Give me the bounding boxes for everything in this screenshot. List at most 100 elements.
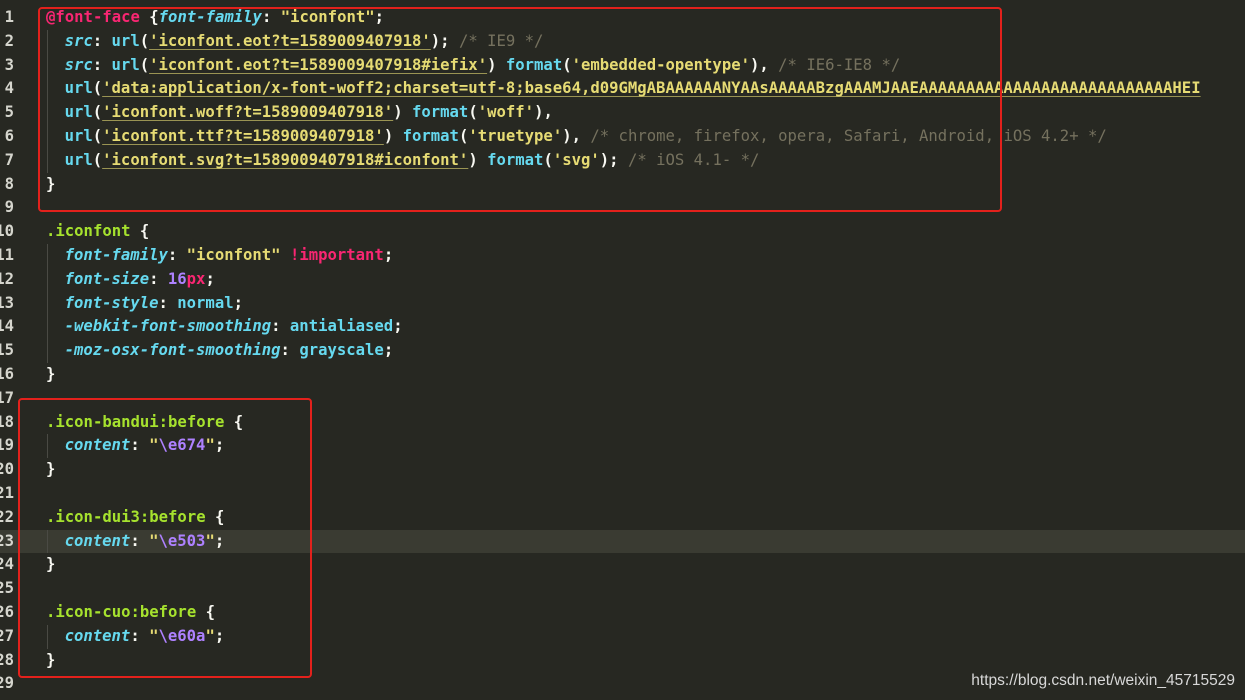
code-token: ( — [543, 150, 553, 169]
line-code: @font-face {font-family: "iconfont"; — [46, 6, 384, 30]
line-code: } — [46, 458, 55, 482]
code-line[interactable]: 19 content: "\e674"; — [0, 434, 1245, 459]
indent-guide — [47, 77, 48, 102]
code-line[interactable]: 11 font-family: "iconfont" !important; — [0, 244, 1245, 268]
code-token: { — [205, 507, 225, 526]
indent-guide — [47, 267, 48, 292]
line-code: content: "\e674"; — [65, 434, 225, 458]
code-token: "iconfont" — [186, 246, 281, 264]
code-token: format — [411, 103, 469, 122]
code-token: 'iconfont.ttf?t=1589009407918' — [102, 127, 384, 145]
code-token: font-family — [64, 246, 168, 264]
code-token: .icon-bandui:before — [46, 412, 225, 431]
code-editor[interactable]: 1 @font-face {font-family: "iconfont"; 2 sr… — [0, 0, 1245, 700]
code-token: src — [64, 31, 93, 50]
code-line[interactable]: 1 @font-face {font-family: "iconfont"; — [0, 6, 1245, 30]
code-token: 'woff' — [477, 103, 535, 122]
code-line[interactable]: 9 — [0, 196, 1245, 220]
code-line[interactable]: 2 src: url('iconfont.eot?t=1589009407918'… — [0, 29, 1245, 54]
code-token: font-family — [158, 8, 262, 26]
line-number: 4 — [4, 79, 14, 98]
code-token: antialiased — [289, 317, 394, 336]
code-token: : — [261, 8, 281, 26]
code-line[interactable]: 15 -moz-osx-font-smoothing: grayscale; — [0, 339, 1245, 363]
code-token: ; — [383, 341, 394, 360]
code-token: ( — [92, 150, 103, 169]
code-token: "iconfont" — [280, 8, 375, 26]
code-token: /* chrome, firefox, opera, Safari, Andro… — [590, 127, 1107, 145]
code-line[interactable]: 25 — [0, 577, 1245, 601]
code-line[interactable]: 6 url('iconfont.ttf?t=1589009407918') for… — [0, 125, 1245, 149]
code-token: " — [205, 531, 215, 550]
line-code: src: url('iconfont.eot?t=1589009407918')… — [65, 30, 544, 54]
code-line[interactable]: 27 content: "\e60a"; — [0, 624, 1245, 649]
code-token: /* IE6-IE8 */ — [778, 55, 901, 74]
indent-guide — [47, 125, 48, 149]
code-token: ( — [468, 103, 478, 122]
code-token: 'embedded-opentype' — [571, 55, 750, 74]
code-token: url — [64, 127, 93, 145]
code-line[interactable]: 7 url('iconfont.svg?t=1589009407918#iconf… — [0, 148, 1245, 173]
line-number: 1 — [4, 8, 14, 26]
code-line[interactable]: 14 -webkit-font-smoothing: antialiased; — [0, 315, 1245, 340]
code-token: format — [487, 150, 544, 169]
code-line[interactable]: 18 .icon-bandui:before { — [0, 411, 1245, 435]
indent-guide — [47, 291, 48, 316]
code-token: ; — [214, 531, 225, 550]
code-line[interactable]: 8} — [0, 173, 1245, 197]
code-line[interactable]: 16} — [0, 363, 1245, 387]
code-token: content — [64, 531, 131, 550]
code-token: src — [64, 55, 93, 74]
code-line[interactable]: 17 — [0, 387, 1245, 411]
code-token: 'iconfont.eot?t=1589009407918' — [149, 31, 431, 50]
indent-guide — [47, 529, 48, 554]
code-token: ; — [393, 317, 403, 336]
line-code: url('iconfont.svg?t=1589009407918#iconfo… — [65, 149, 760, 173]
code-token: } — [46, 460, 56, 479]
code-token: ) — [393, 103, 412, 122]
line-number: 10 — [0, 222, 14, 241]
indent-guide — [47, 315, 48, 340]
indent-guide — [47, 434, 48, 459]
code-token: ( — [92, 103, 103, 122]
line-number: 20 — [0, 460, 14, 479]
line-number: 26 — [0, 603, 14, 621]
code-line[interactable]: 24} — [0, 553, 1245, 577]
line-number: 12 — [0, 269, 14, 288]
line-code: .icon-dui3:before { — [46, 506, 224, 530]
code-token: font-size — [64, 269, 150, 288]
code-token: : — [167, 246, 187, 264]
code-line[interactable]: 26 .icon-cuo:before { — [0, 601, 1245, 625]
code-token: ( — [562, 55, 572, 74]
line-code: url('data:application/x-font-woff2;chars… — [65, 77, 1201, 101]
code-token: : — [92, 31, 112, 50]
code-line[interactable]: 3 src: url('iconfont.eot?t=1589009407918#… — [0, 53, 1245, 78]
code-token: ), — [534, 103, 553, 122]
code-token: : — [280, 341, 300, 360]
indent-guide — [47, 339, 48, 363]
code-token: : — [130, 626, 150, 645]
code-line[interactable]: 13 font-style: normal; — [0, 291, 1245, 316]
line-code: } — [46, 173, 55, 197]
code-line[interactable]: 28} — [0, 649, 1245, 673]
code-line[interactable]: 12 font-size: 16px; — [0, 267, 1245, 292]
code-line[interactable]: 10 .iconfont { — [0, 220, 1245, 244]
watermark-url: https://blog.csdn.net/weixin_45715529 — [971, 672, 1235, 689]
code-line[interactable]: 23 content: "\e503"; — [0, 529, 1245, 554]
code-token: 'iconfont.svg?t=1589009407918#iconfont' — [102, 150, 469, 169]
code-line[interactable]: 4 url('data:application/x-font-woff2;char… — [0, 77, 1245, 102]
indent-guide — [47, 624, 48, 649]
code-token: : — [130, 531, 150, 550]
code-line[interactable]: 22 .icon-dui3:before { — [0, 506, 1245, 530]
code-line[interactable]: 20} — [0, 458, 1245, 482]
code-line[interactable]: 5 url('iconfont.woff?t=1589009407918') fo… — [0, 101, 1245, 125]
code-token: font-style — [64, 293, 159, 312]
code-token: { — [139, 8, 159, 26]
code-token: url — [64, 79, 93, 98]
code-token: \e503 — [158, 531, 206, 550]
line-number: 22 — [0, 507, 14, 526]
code-token: { — [196, 603, 215, 621]
line-code: -moz-osx-font-smoothing: grayscale; — [65, 339, 394, 363]
code-token: ; — [233, 293, 243, 312]
code-line[interactable]: 21 — [0, 482, 1245, 506]
